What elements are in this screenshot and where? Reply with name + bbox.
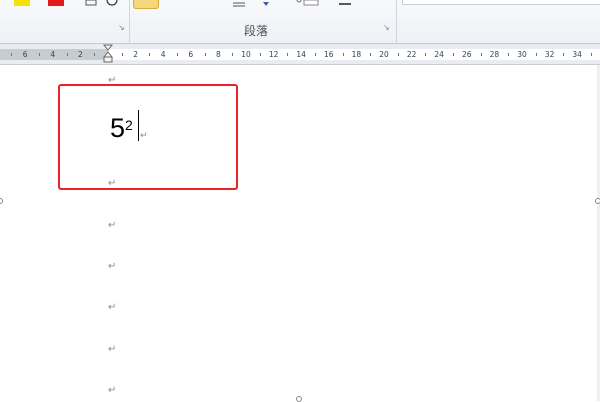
paragraph-mark: ↵ (108, 302, 117, 313)
ruler-tick-label: 34 (572, 50, 582, 59)
horizontal-ruler[interactable]: 6 4 2 2 4 6 8 10 12 14 16 18 20 22 24 26 28 30 32 34 (0, 44, 600, 65)
paragraph-dialog-launcher-icon[interactable]: ↘ (383, 24, 391, 32)
formula-text[interactable]: 52 (110, 112, 133, 144)
paragraph-mark: ↵ (108, 178, 117, 189)
ruler-tick-label: 32 (544, 50, 555, 59)
highlight-color-swatch[interactable] (14, 0, 30, 6)
ruler-tick-label: 12 (268, 50, 279, 59)
highlight-box (58, 84, 238, 190)
ruler-tick-label: 4 (160, 50, 166, 59)
ruler-tick-label: 20 (379, 50, 389, 59)
ruler-tick (591, 53, 592, 56)
ruler-tick-label: 2 (133, 50, 138, 59)
ruler-tick (370, 53, 372, 56)
paragraph-mark: ↵ (108, 220, 117, 231)
ruler-tick (149, 53, 151, 56)
ribbon: ↘ 段落 ↘ (0, 0, 600, 44)
line-icon[interactable] (338, 0, 352, 8)
ruler-tick-label: 6 (188, 50, 194, 59)
ruler-tick-label: 2 (78, 50, 83, 59)
indent-marker-icon[interactable] (103, 44, 113, 64)
align-icon[interactable] (232, 0, 246, 8)
group-separator (129, 0, 130, 43)
ruler-tick (121, 53, 123, 56)
superscript-exponent: 2 (125, 117, 133, 133)
paragraph-shading-button[interactable] (133, 0, 159, 9)
ruler-tick (397, 53, 399, 56)
ruler-tick (259, 53, 261, 56)
ruler-tick (287, 53, 289, 56)
resize-handle[interactable] (595, 198, 600, 204)
ruler-tick-label: 30 (517, 50, 527, 59)
ruler-tick (535, 53, 537, 56)
ruler-tick-label: 8 (216, 50, 221, 59)
ruler-tick (94, 53, 96, 56)
ruler-tick (11, 53, 13, 56)
ruler-tick (508, 53, 510, 56)
ruler-tick-label: 16 (324, 50, 334, 59)
ruler-tick (315, 53, 316, 56)
ruler-tick-label: 24 (434, 50, 444, 59)
ruler-tick-label: 10 (241, 50, 251, 59)
dropdown-arrow-icon[interactable] (262, 0, 270, 8)
ruler-tick-label: 18 (351, 50, 362, 59)
ruler-tick (342, 53, 344, 56)
font-dialog-launcher-icon[interactable]: ↘ (118, 24, 126, 32)
ruler-tick (232, 53, 234, 56)
ruler-tick (204, 53, 206, 56)
ruler-tick-label: 6 (22, 50, 28, 59)
paragraph-mark: ↵ (108, 261, 117, 272)
ruler-tick (39, 53, 40, 56)
group-separator (396, 0, 397, 43)
ruler-tick (563, 53, 565, 56)
ruler-tick-label: 14 (296, 50, 306, 59)
paragraph-mark: ↵ (140, 131, 148, 141)
text-cursor (138, 110, 139, 141)
border-icon[interactable] (296, 0, 322, 8)
ruler-tick-label: 22 (406, 50, 417, 59)
ruler-tick-label: 28 (489, 50, 500, 59)
base-number: 5 (110, 113, 126, 143)
ruler-tick-label: 4 (50, 50, 56, 59)
paragraph-group-label: 段落 (243, 24, 268, 38)
character-border-icon[interactable] (85, 0, 97, 8)
paragraph-mark: ↵ (108, 344, 117, 355)
styles-gallery[interactable] (402, 0, 600, 5)
enclose-character-icon[interactable] (106, 0, 118, 8)
ruler-tick (66, 53, 68, 56)
ruler-tick-label: 26 (462, 50, 472, 59)
resize-handle[interactable] (296, 396, 302, 402)
ruler-tick (177, 53, 178, 56)
ruler-tick (425, 53, 427, 56)
font-color-swatch[interactable] (48, 0, 64, 6)
ruler-tick (453, 53, 454, 56)
paragraph-mark: ↵ (108, 385, 117, 396)
ruler-tick (480, 53, 482, 56)
